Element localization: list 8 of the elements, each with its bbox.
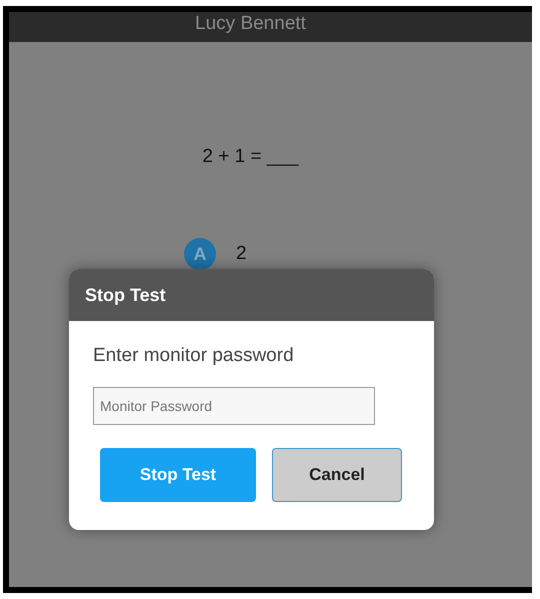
stop-test-button[interactable]: Stop Test [100, 448, 256, 502]
cancel-button[interactable]: Cancel [272, 448, 402, 502]
question-text: 2 + 1 = ___ [201, 146, 300, 168]
password-field[interactable]: Monitor Password [93, 387, 375, 425]
password-prompt: Enter monitor password [93, 345, 295, 367]
option-text[interactable]: 2 [236, 243, 247, 265]
dialog-title: Stop Test [85, 284, 166, 306]
student-name: Lucy Bennett [195, 12, 306, 36]
